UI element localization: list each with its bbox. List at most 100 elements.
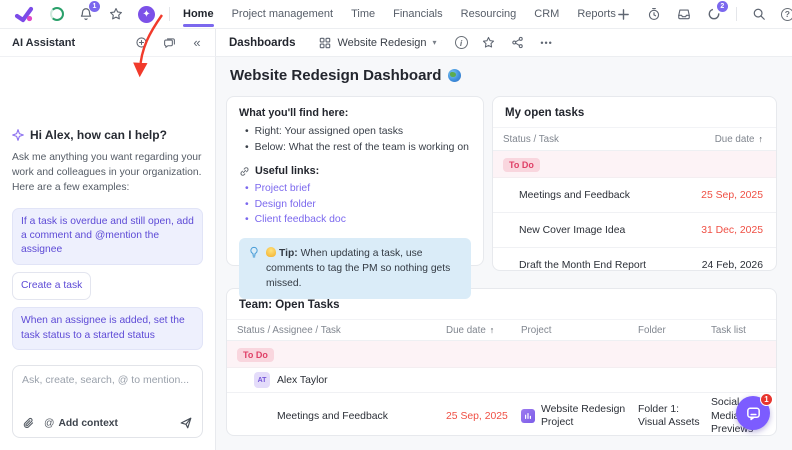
inbox-tray-icon[interactable] [676, 6, 692, 22]
status-group-row[interactable]: To Do [493, 151, 776, 178]
task-name[interactable]: Draft the Month End Report [519, 260, 671, 271]
topbar-divider [735, 7, 737, 21]
nav-tab-financials[interactable]: Financials [393, 1, 443, 28]
nav-tab-resourcing[interactable]: Resourcing [461, 1, 517, 28]
todo-status-badge: To Do [237, 348, 274, 362]
lightbulb-emoji-icon [266, 247, 276, 258]
my-open-tasks-card: My open tasks Status / Task Due date ↑ To… [492, 96, 777, 271]
lightbulb-icon [248, 246, 260, 292]
ai-sparkle-icon [12, 128, 24, 141]
link-icon [239, 166, 250, 177]
nav-tab-time[interactable]: Time [351, 1, 375, 28]
project-name: Website Redesign Project [541, 403, 626, 429]
globe-emoji-icon [448, 69, 462, 82]
task-row[interactable]: Meetings and Feedback 25 Sep, 2025 [493, 178, 776, 213]
useful-link-item: Client feedback doc [245, 212, 471, 228]
col-due-date[interactable]: Due date ↑ [446, 325, 521, 336]
assistant-panel-header: AI Assistant « [0, 29, 216, 57]
topbar-divider [169, 7, 170, 21]
due-date: 31 Dec, 2025 [701, 224, 763, 236]
suggestion-chip[interactable]: When an assignee is added, set the task … [12, 307, 203, 350]
quick-add-plus-icon[interactable] [616, 6, 632, 22]
task-name[interactable]: New Cover Image Idea [519, 225, 671, 236]
info-icon[interactable]: i [454, 36, 468, 49]
sort-ascending-icon: ↑ [489, 324, 495, 335]
page-title: Website Redesign Dashboard [230, 67, 792, 84]
col-status-task[interactable]: Status / Task [503, 134, 671, 145]
nav-tab-crm[interactable]: CRM [534, 1, 559, 28]
project-cell[interactable]: Website Redesign Project [521, 403, 638, 430]
assistant-input-box: @ Add context [12, 365, 203, 438]
suggestion-chip[interactable]: If a task is overdue and still open, add… [12, 207, 203, 265]
chevron-down-icon: ▾ [432, 38, 437, 47]
time-tracker-icon[interactable] [646, 6, 662, 22]
my-open-tasks-title: My open tasks [505, 107, 585, 119]
assistant-greeting: Hi Alex, how can I help? [12, 128, 203, 142]
due-date: 25 Sep, 2025 [701, 189, 763, 201]
send-icon[interactable] [179, 416, 193, 430]
notifications-bell-icon[interactable]: 1 [78, 1, 100, 22]
new-chat-icon[interactable] [133, 35, 149, 51]
link-project-brief[interactable]: Project brief [255, 181, 310, 197]
due-date: 25 Sep, 2025 [446, 410, 508, 422]
clickup-logo-icon[interactable] [14, 5, 36, 23]
add-context-button[interactable]: @ Add context [44, 418, 118, 429]
status-group-row[interactable]: To Do [227, 341, 776, 368]
dashboard-selector[interactable]: Website Redesign ▾ [319, 36, 437, 49]
chat-widget-button[interactable]: 1 [736, 393, 773, 430]
info-heading: What you'll find here: [239, 107, 349, 119]
dashboard-grid-icon [319, 37, 331, 49]
ai-assistant-panel: Hi Alex, how can I help? Ask me anything… [0, 57, 216, 450]
nav-tab-project-management[interactable]: Project management [232, 1, 334, 28]
help-icon[interactable]: ? [780, 7, 792, 21]
breadcrumb[interactable]: Dashboards [229, 37, 295, 49]
useful-link-item: Project brief [245, 181, 471, 197]
chat-widget-badge: 1 [760, 393, 773, 406]
col-due-date[interactable]: Due date ↑ [671, 134, 763, 145]
ai-assistant-toggle-button[interactable]: ✦ [138, 5, 155, 23]
link-design-folder[interactable]: Design folder [255, 197, 316, 213]
assistant-panel-title: AI Assistant [12, 36, 76, 49]
col-folder[interactable]: Folder [638, 325, 711, 336]
due-date: 24 Feb, 2026 [701, 259, 763, 271]
suggestion-chip[interactable]: Create a task [12, 271, 92, 301]
task-name[interactable]: Meetings and Feedback [519, 190, 671, 201]
assistant-intro: Ask me anything you want regarding your … [12, 151, 202, 193]
search-icon[interactable] [751, 6, 767, 22]
dashboard-name: Website Redesign [337, 36, 427, 49]
task-name[interactable]: Meetings and Feedback [227, 411, 446, 422]
task-row[interactable]: Draft the Month End Report 24 Feb, 2026 [493, 248, 776, 271]
col-project[interactable]: Project [521, 325, 638, 336]
at-icon: @ [44, 417, 55, 429]
col-status-assignee-task[interactable]: Status / Assignee / Task [227, 325, 446, 336]
assignee-avatar: AT [254, 372, 270, 388]
agents-icon[interactable]: 2 [706, 1, 728, 22]
assignee-group-row[interactable]: AT Alex Taylor [227, 368, 776, 393]
share-icon[interactable] [510, 35, 526, 51]
nav-tab-home[interactable]: Home [183, 1, 214, 28]
my-tasks-header-row: Status / Task Due date ↑ [493, 127, 776, 151]
assistant-input[interactable] [22, 374, 193, 402]
agents-badge: 2 [716, 1, 728, 12]
dashboard-main: Website Redesign Dashboard What you'll f… [216, 57, 792, 450]
collapse-panel-icon[interactable]: « [189, 35, 205, 51]
favorites-star-icon[interactable] [108, 6, 124, 22]
project-doc-icon [521, 409, 535, 424]
sync-spinner-icon [50, 7, 64, 21]
link-client-feedback-doc[interactable]: Client feedback doc [255, 212, 346, 228]
info-bullet: Right: Your assigned open tasks [245, 124, 471, 140]
favorite-dashboard-star-icon[interactable] [481, 35, 497, 51]
useful-link-item: Design folder [245, 197, 471, 213]
nav-tab-reports[interactable]: Reports [577, 1, 616, 28]
sort-ascending-icon: ↑ [758, 133, 764, 144]
task-row[interactable]: New Cover Image Idea 31 Dec, 2025 [493, 213, 776, 248]
col-task-list[interactable]: Task list [711, 325, 776, 336]
folder-name: Folder 1: Visual Assets [638, 403, 700, 429]
team-tasks-header-row: Status / Assignee / Task Due date ↑ Proje… [227, 319, 776, 341]
top-bar: 1 ✦ Home Project management Time Financi… [0, 0, 792, 29]
chat-history-icon[interactable] [161, 35, 177, 51]
attach-paperclip-icon[interactable] [22, 417, 35, 430]
more-options-icon[interactable]: ••• [539, 35, 555, 51]
tip-label: Tip: [279, 248, 298, 260]
task-row[interactable]: Meetings and Feedback 25 Sep, 2025 Websi… [227, 393, 776, 435]
